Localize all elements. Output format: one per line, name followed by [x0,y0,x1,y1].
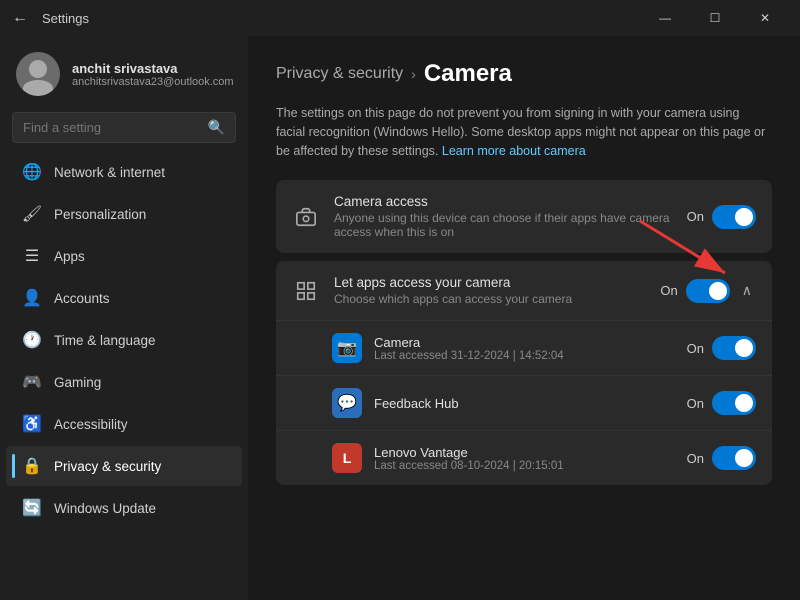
let-apps-collapse[interactable]: ∧ [738,278,756,303]
sidebar-item-personalization-label: Personalization [54,207,146,222]
let-apps-icon [292,277,320,305]
sidebar-item-personalization[interactable]: 🖌 Personalization [6,194,242,234]
minimize-button[interactable]: — [642,0,688,36]
sidebar-item-accessibility-label: Accessibility [54,417,128,432]
titlebar: ← Settings — ☐ ✕ [0,0,800,36]
camera-app-text: Camera Last accessed 31-12-2024 | 14:52:… [374,335,675,362]
sidebar-item-apps[interactable]: ☰ Apps [6,236,242,276]
privacy-icon: 🔒 [22,456,42,476]
camera-access-row: Camera access Anyone using this device c… [276,180,772,253]
sidebar-item-windows-update[interactable]: 🔄 Windows Update [6,488,242,528]
apps-icon: ☰ [22,246,42,266]
user-email: anchitsrivastava23@outlook.com [72,76,234,88]
learn-more-link[interactable]: Learn more about camera [442,144,586,158]
lenovo-app-name: Lenovo Vantage [374,445,675,460]
sidebar-item-accounts[interactable]: 👤 Accounts [6,278,242,318]
search-box[interactable]: 🔍 [12,112,236,143]
camera-access-status: On [687,209,704,224]
camera-app-accessed: Last accessed 31-12-2024 | 14:52:04 [374,350,675,362]
search-input[interactable] [23,120,208,135]
camera-access-title: Camera access [334,194,673,209]
lenovo-app-accessed: Last accessed 08-10-2024 | 20:15:01 [374,460,675,472]
app-row-feedback: 💬 Feedback Hub On [276,375,772,430]
close-button[interactable]: ✕ [742,0,788,36]
user-profile[interactable]: anchit srivastava anchitsrivastava23@out… [0,36,248,108]
app-row-camera: 📷 Camera Last accessed 31-12-2024 | 14:5… [276,320,772,375]
lenovo-app-text: Lenovo Vantage Last accessed 08-10-2024 … [374,445,675,472]
titlebar-title: Settings [42,11,89,26]
let-apps-subtitle: Choose which apps can access your camera [334,292,646,306]
let-apps-card: Let apps access your camera Choose which… [276,261,772,485]
let-apps-status: On [660,283,677,298]
page-description: The settings on this page do not prevent… [276,104,772,160]
feedback-app-control: On [687,391,756,415]
let-apps-title: Let apps access your camera [334,275,646,290]
lenovo-app-icon: L [332,443,362,473]
let-apps-text: Let apps access your camera Choose which… [334,275,646,306]
sidebar-item-privacy-label: Privacy & security [54,459,161,474]
main-content: Privacy & security › Camera The settings… [248,36,800,600]
camera-access-toggle[interactable] [712,205,756,229]
breadcrumb: Privacy & security › Camera [276,60,772,88]
sidebar-item-network-label: Network & internet [54,165,165,180]
sidebar-item-apps-label: Apps [54,249,85,264]
sidebar-item-time[interactable]: 🕐 Time & language [6,320,242,360]
titlebar-controls: — ☐ ✕ [642,0,788,36]
avatar [16,52,60,96]
sidebar-item-network[interactable]: 🌐 Network & internet [6,152,242,192]
breadcrumb-current: Camera [424,60,512,88]
camera-app-name: Camera [374,335,675,350]
camera-app-control: On [687,336,756,360]
accounts-icon: 👤 [22,288,42,308]
sidebar-item-privacy[interactable]: 🔒 Privacy & security [6,446,242,486]
camera-setting-icon [292,203,320,231]
network-icon: 🌐 [22,162,42,182]
breadcrumb-parent[interactable]: Privacy & security [276,65,403,83]
breadcrumb-arrow: › [411,66,416,82]
sidebar-item-accounts-label: Accounts [54,291,110,306]
camera-app-status: On [687,341,704,356]
back-button[interactable]: ← [12,9,28,27]
camera-app-icon: 📷 [332,333,362,363]
camera-app-toggle[interactable] [712,336,756,360]
sidebar-item-windows-update-label: Windows Update [54,501,156,516]
gaming-icon: 🎮 [22,372,42,392]
sidebar-item-gaming[interactable]: 🎮 Gaming [6,362,242,402]
lenovo-app-control: On [687,446,756,470]
sidebar-item-gaming-label: Gaming [54,375,101,390]
windows-update-icon: 🔄 [22,498,42,518]
let-apps-control: On ∧ [660,278,756,303]
lenovo-app-status: On [687,451,704,466]
maximize-button[interactable]: ☐ [692,0,738,36]
titlebar-left: ← Settings [12,9,89,27]
accessibility-icon: ♿ [22,414,42,434]
sidebar-item-time-label: Time & language [54,333,156,348]
time-icon: 🕐 [22,330,42,350]
let-apps-row: Let apps access your camera Choose which… [276,261,772,320]
feedback-app-toggle[interactable] [712,391,756,415]
app-row-lenovo: L Lenovo Vantage Last accessed 08-10-202… [276,430,772,485]
user-name: anchit srivastava [72,61,234,76]
feedback-app-icon: 💬 [332,388,362,418]
personalization-icon: 🖌 [22,204,42,224]
feedback-app-name: Feedback Hub [374,396,675,411]
camera-access-control: On [687,205,756,229]
let-apps-toggle[interactable] [686,279,730,303]
camera-access-card: Camera access Anyone using this device c… [276,180,772,253]
camera-access-subtitle: Anyone using this device can choose if t… [334,211,673,239]
camera-access-text: Camera access Anyone using this device c… [334,194,673,239]
feedback-app-text: Feedback Hub [374,396,675,411]
sidebar-item-accessibility[interactable]: ♿ Accessibility [6,404,242,444]
feedback-app-status: On [687,396,704,411]
search-icon: 🔍 [208,119,225,136]
app-container: anchit srivastava anchitsrivastava23@out… [0,36,800,600]
user-info: anchit srivastava anchitsrivastava23@out… [72,61,234,88]
lenovo-app-toggle[interactable] [712,446,756,470]
sidebar: anchit srivastava anchitsrivastava23@out… [0,36,248,600]
